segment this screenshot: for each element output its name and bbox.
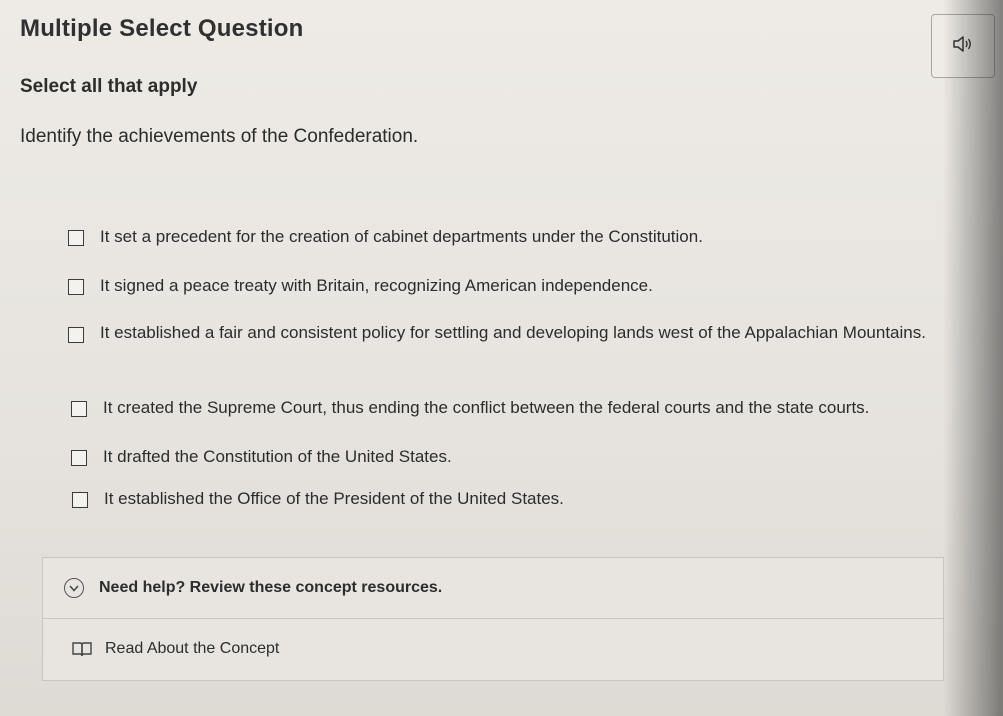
checkbox[interactable] [68, 327, 84, 343]
answer-option[interactable]: It created the Supreme Court, thus endin… [71, 397, 869, 420]
answer-option-label: It set a precedent for the creation of c… [100, 227, 703, 246]
answer-option[interactable]: It established a fair and consistent pol… [68, 323, 928, 348]
edge-shadow [943, 0, 1003, 716]
instruction-text: Select all that apply [20, 76, 198, 97]
checkbox[interactable] [71, 401, 87, 417]
read-concept-label: Read About the Concept [105, 640, 280, 657]
question-prompt: Identify the achievements of the Confede… [20, 126, 419, 147]
chevron-down-icon [64, 578, 84, 598]
read-concept-link[interactable]: Read About the Concept [43, 619, 943, 679]
help-panel: Need help? Review these concept resource… [42, 557, 944, 681]
answer-option[interactable]: It drafted the Constitution of the Unite… [71, 446, 452, 469]
help-toggle-label: Need help? Review these concept resource… [99, 579, 443, 596]
checkbox[interactable] [72, 492, 88, 508]
checkbox[interactable] [68, 279, 84, 295]
checkbox[interactable] [71, 450, 87, 466]
answer-option-label: It signed a peace treaty with Britain, r… [100, 276, 653, 295]
answer-option[interactable]: It signed a peace treaty with Britain, r… [68, 275, 653, 298]
book-icon [71, 641, 93, 657]
page-title: Multiple Select Question [20, 15, 304, 42]
answer-option[interactable]: It set a precedent for the creation of c… [68, 226, 703, 249]
answer-option-label: It drafted the Constitution of the Unite… [103, 447, 452, 466]
help-toggle[interactable]: Need help? Review these concept resource… [43, 558, 943, 619]
answer-option-label: It established a fair and consistent pol… [100, 323, 926, 342]
answer-option[interactable]: It established the Office of the Preside… [72, 488, 564, 511]
answer-option-label: It established the Office of the Preside… [104, 489, 564, 508]
answer-option-label: It created the Supreme Court, thus endin… [103, 398, 870, 417]
checkbox[interactable] [68, 230, 84, 246]
question-page: Multiple Select Question Select all that… [0, 0, 1003, 716]
